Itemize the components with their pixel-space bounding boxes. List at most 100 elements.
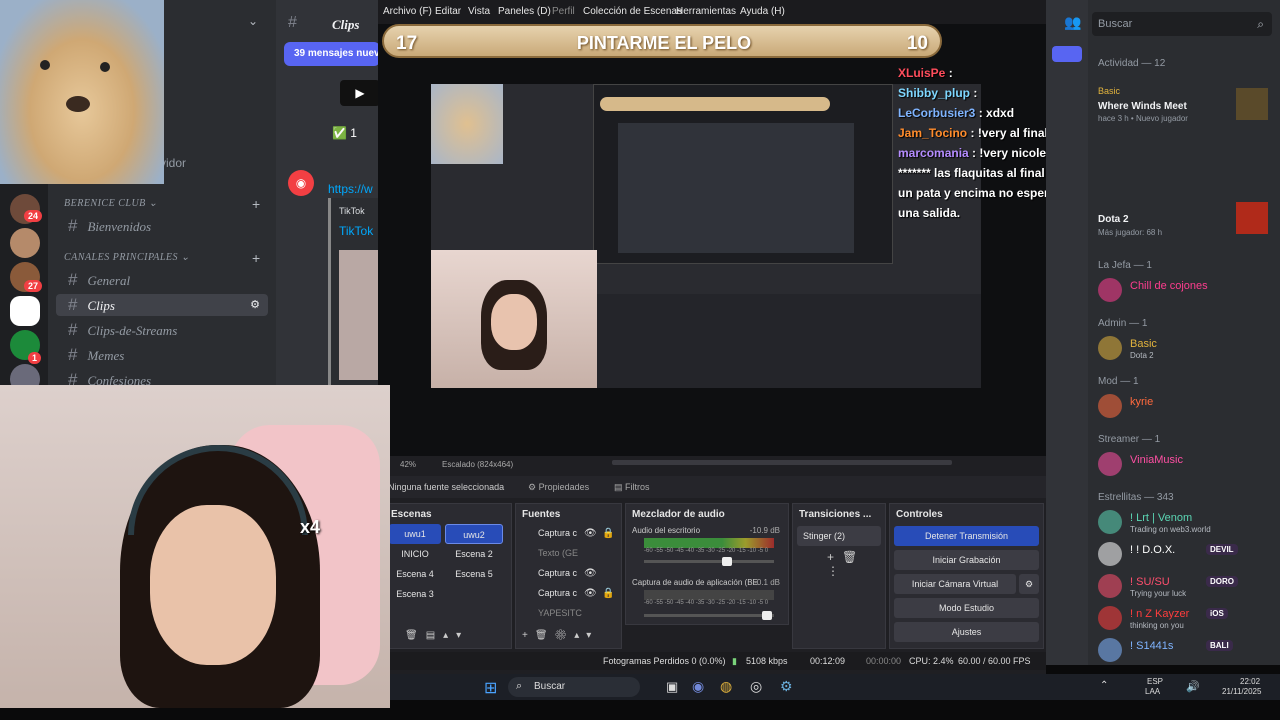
scene-escena5[interactable]: Escena 5 [445,564,503,584]
discord-app-icon[interactable]: ◉ [692,678,704,695]
source-item[interactable]: Texto (GE [538,548,578,558]
chrome-icon[interactable]: ◍ [720,678,732,695]
task-view-icon[interactable]: ▣ [666,679,678,695]
lock-icon[interactable]: 🔒 [602,588,614,599]
server-icon[interactable] [10,228,40,258]
add-channel-icon[interactable]: + [252,250,260,266]
channel-bienvenidos[interactable]: # Bienvenidos [56,215,268,237]
transition-controls[interactable]: +🗑⋮ [827,550,885,578]
eye-icon[interactable]: 👁 [584,568,597,579]
webcam-feed: x4 [0,385,390,708]
search-icon: ⌕ [1257,17,1264,31]
scene-escena4[interactable]: Escena 4 [389,564,441,584]
obs-icon[interactable]: ◎ [750,678,762,695]
sources-dock: Fuentes Captura c Texto (GE Captura c Ca… [515,503,622,649]
category-main[interactable]: CANALES PRINCIPALES ⌄ [64,252,190,263]
source-item[interactable]: Captura c [538,568,577,578]
menu-ayuda[interactable]: Ayuda (H) [740,6,785,17]
taskbar-search[interactable]: ⌕ Buscar [508,677,640,697]
clock-date[interactable]: 21/11/2025 [1222,687,1261,696]
avatar [1098,452,1122,476]
menu-editar[interactable]: Editar [435,6,461,17]
menu-colecciones[interactable]: Colección de Escenas [583,6,682,17]
scene-uwu1[interactable]: uwu1 [389,524,441,544]
embed-thumbnail[interactable] [339,250,383,380]
channel-confesiones[interactable]: # Confesiones [56,369,268,385]
lock-icon[interactable]: 🔒 [602,528,614,539]
scale-label[interactable]: Escalado (824x464) [442,460,513,469]
add-channel-icon[interactable]: + [252,196,260,212]
clock-time[interactable]: 22:02 [1240,677,1260,686]
obs-status-bar: Fotogramas Perdidos 0 (0.0%) ▮ 5108 kbps… [378,652,1046,670]
member-item[interactable]: Basic Dota 2 [1098,332,1276,364]
volume-icon[interactable]: 🔊 [1186,680,1200,693]
server-rail: 24 27 1 [0,180,48,394]
member-name: kyrie [1130,396,1154,408]
source-item[interactable]: Captura c [538,588,577,598]
source-item[interactable]: YAPESITC [538,608,582,618]
members-icon[interactable]: 👥 [1064,14,1081,31]
source-item[interactable]: Captura c [538,528,577,538]
dog-eye [40,60,50,70]
filters-button[interactable]: ▤ Filtros [614,482,650,493]
stop-stream-button[interactable]: Detener Transmisión [894,526,1039,546]
new-messages-bar[interactable]: 39 mensajes nuevo [284,42,380,66]
reaction[interactable]: ✅ 1 [332,126,357,140]
transition-select[interactable]: Stinger (2) [797,526,881,546]
source-controls[interactable]: +🗑⚙▴▾ [522,630,598,641]
menu-archivo[interactable]: Archivo (F) [383,6,432,17]
member-item[interactable]: ! ! D.O.X. DEVIL [1098,538,1276,570]
rec-time: 00:00:00 [866,656,902,666]
controls-dock: Controles Detener Transmisión Iniciar Gr… [889,503,1044,649]
channel-clips[interactable]: # Clips ⚙ [56,294,268,316]
virtual-camera-button[interactable]: Iniciar Cámara Virtual [894,574,1016,594]
properties-button[interactable]: ⚙ Propiedades [528,482,589,493]
scene-escena2[interactable]: Escena 2 [445,544,503,564]
activity-title[interactable]: Where Winds Meet [1098,101,1187,112]
menu-perfil[interactable]: Perfil [552,6,575,17]
member-item[interactable]: ! Lrt | Venom Trading on web3.world [1098,506,1276,538]
language[interactable]: ESP [1147,677,1163,686]
member-item[interactable]: ! S1441s BALI [1098,634,1276,666]
windows-icon[interactable]: ⊞ [484,678,497,698]
studio-mode-button[interactable]: Modo Estudio [894,598,1039,618]
tray-chevron-icon[interactable]: ⌃ [1100,680,1108,691]
zoom-level[interactable]: 42% [400,460,416,469]
gear-icon[interactable]: ⚙ [1019,574,1039,594]
start-recording-button[interactable]: Iniciar Grabación [894,550,1039,570]
menu-herramientas[interactable]: Herramientas [676,6,736,17]
eye-icon[interactable]: 👁 [584,588,597,599]
gear-icon[interactable]: ⚙ [250,294,260,316]
app-volume-slider[interactable] [644,611,774,620]
activity-title[interactable]: Dota 2 [1098,214,1129,225]
channel-clips-streams[interactable]: # Clips-de-Streams [56,319,268,341]
channel-memes[interactable]: # Memes [56,344,268,366]
scene-controls[interactable]: 🗑▤▴▾ [405,630,469,641]
member-item[interactable]: kyrie [1098,390,1276,422]
blue-button[interactable] [1052,46,1082,62]
menu-paneles[interactable]: Paneles (D) [498,6,551,17]
play-icon[interactable]: ▶ [340,80,380,106]
embed-link[interactable]: TikTok [339,224,373,238]
chevron-down-icon[interactable]: ⌄ [248,14,258,28]
server-icon-hello-kitty[interactable] [10,296,40,326]
scene-uwu2[interactable]: uwu2 [445,524,503,544]
scene-inicio[interactable]: INICIO [389,544,441,564]
language-layout[interactable]: LAA [1145,687,1160,696]
horizontal-scrollbar[interactable] [612,460,952,465]
settings-button[interactable]: Ajustes [894,622,1039,642]
message-link[interactable]: https://w [328,182,373,196]
member-item[interactable]: ! SU/SU DORO Trying your luck [1098,570,1276,602]
member-item[interactable]: ViniaMusic [1098,448,1276,480]
desktop-volume-slider[interactable] [644,557,774,566]
channel-general[interactable]: # General [56,269,268,291]
member-item[interactable]: ! n Z Kayzer iOS thinking on you [1098,602,1276,634]
steam-icon[interactable]: ⚙ [780,678,793,695]
category-berenice[interactable]: BERENICE CLUB ⌄ [64,198,158,209]
obs-preview[interactable]: 17 PINTARME EL PELO 10 XLuisPe : Shibby_p… [378,24,1280,456]
menu-vista[interactable]: Vista [468,6,490,17]
search-input[interactable]: Buscar ⌕ [1092,12,1272,36]
member-item[interactable]: Chill de cojones [1098,274,1276,306]
eye-icon[interactable]: 👁 [584,528,597,539]
scene-escena3[interactable]: Escena 3 [389,584,441,604]
